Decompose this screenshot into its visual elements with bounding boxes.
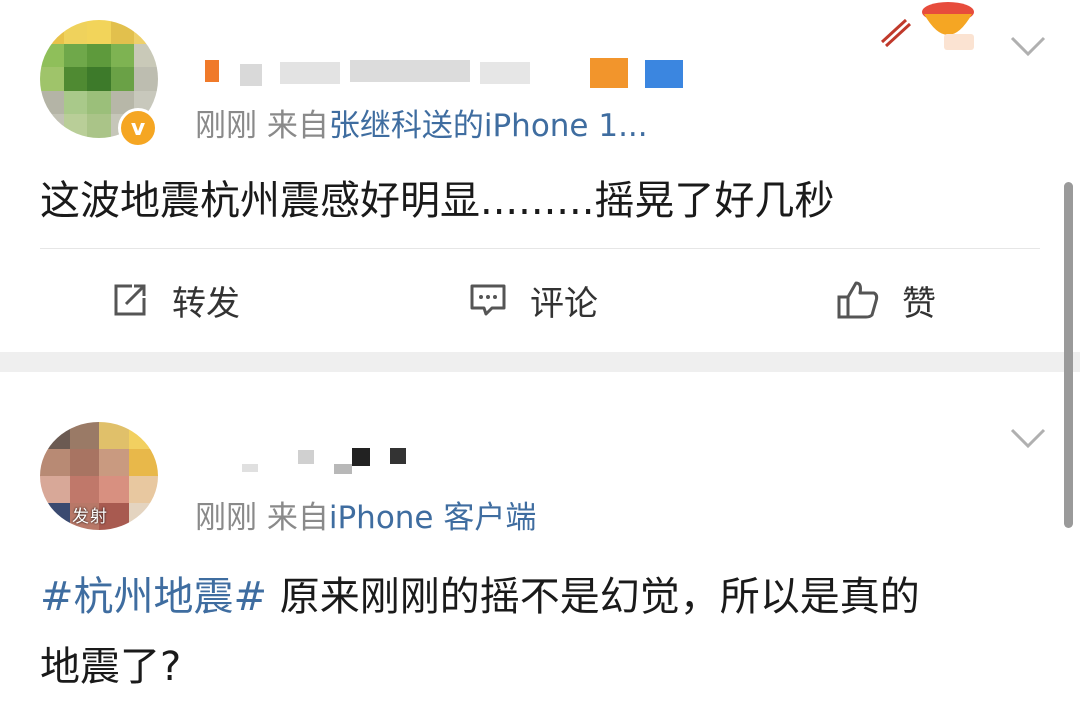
feed-separator bbox=[0, 352, 1080, 372]
like-label: 赞 bbox=[902, 283, 936, 324]
like-button[interactable]: 赞 bbox=[836, 270, 936, 330]
hashtag-link[interactable]: #杭州地震# bbox=[40, 574, 267, 620]
comment-button[interactable]: 评论 bbox=[468, 270, 598, 330]
post-card: 发射 刚刚 来自iPhone 客户端 #杭州地震# 原来刚刚的摇不是幻觉，所以是… bbox=[0, 372, 1080, 701]
scrollbar[interactable] bbox=[1064, 182, 1073, 528]
chevron-down-icon[interactable] bbox=[1008, 424, 1048, 454]
post-text-line: 地震了? bbox=[40, 644, 182, 690]
food-decoration-icon bbox=[880, 0, 980, 60]
post-text-body: 原来刚刚的摇不是幻觉，所以是真的 bbox=[267, 574, 920, 620]
post-text: 这波地震杭州震感好明显.........摇晃了好几秒 bbox=[40, 178, 835, 224]
avatar-badge: 发射 bbox=[72, 507, 108, 527]
comment-icon bbox=[470, 284, 506, 316]
avatar[interactable]: 发射 bbox=[40, 422, 158, 530]
divider bbox=[40, 248, 1040, 249]
repost-label: 转发 bbox=[172, 283, 240, 324]
repost-icon bbox=[114, 284, 146, 316]
post-card: v 刚刚 来自张继科送的iPhone 1... 这波地震杭州震感好明显.....… bbox=[0, 0, 1080, 352]
chevron-down-icon[interactable] bbox=[1008, 32, 1048, 62]
post-source[interactable]: 张继科送的iPhone 1... bbox=[329, 108, 648, 144]
like-icon bbox=[837, 281, 879, 319]
post-text-line: #杭州地震# 原来刚刚的摇不是幻觉，所以是真的 bbox=[40, 562, 1030, 632]
post-meta: 刚刚 来自iPhone 客户端 bbox=[195, 492, 536, 537]
repost-button[interactable]: 转发 bbox=[110, 270, 240, 330]
post-text: #杭州地震# 原来刚刚的摇不是幻觉，所以是真的 地震了? bbox=[40, 562, 1030, 702]
from-label: 来自 bbox=[266, 500, 329, 536]
post-meta: 刚刚 来自张继科送的iPhone 1... bbox=[195, 100, 648, 145]
verified-icon: v bbox=[118, 108, 158, 148]
from-label: 来自 bbox=[266, 108, 329, 144]
comment-label: 评论 bbox=[530, 283, 598, 324]
post-source[interactable]: iPhone 客户端 bbox=[329, 500, 537, 536]
post-time: 刚刚 bbox=[195, 500, 257, 536]
post-time: 刚刚 bbox=[195, 108, 257, 144]
